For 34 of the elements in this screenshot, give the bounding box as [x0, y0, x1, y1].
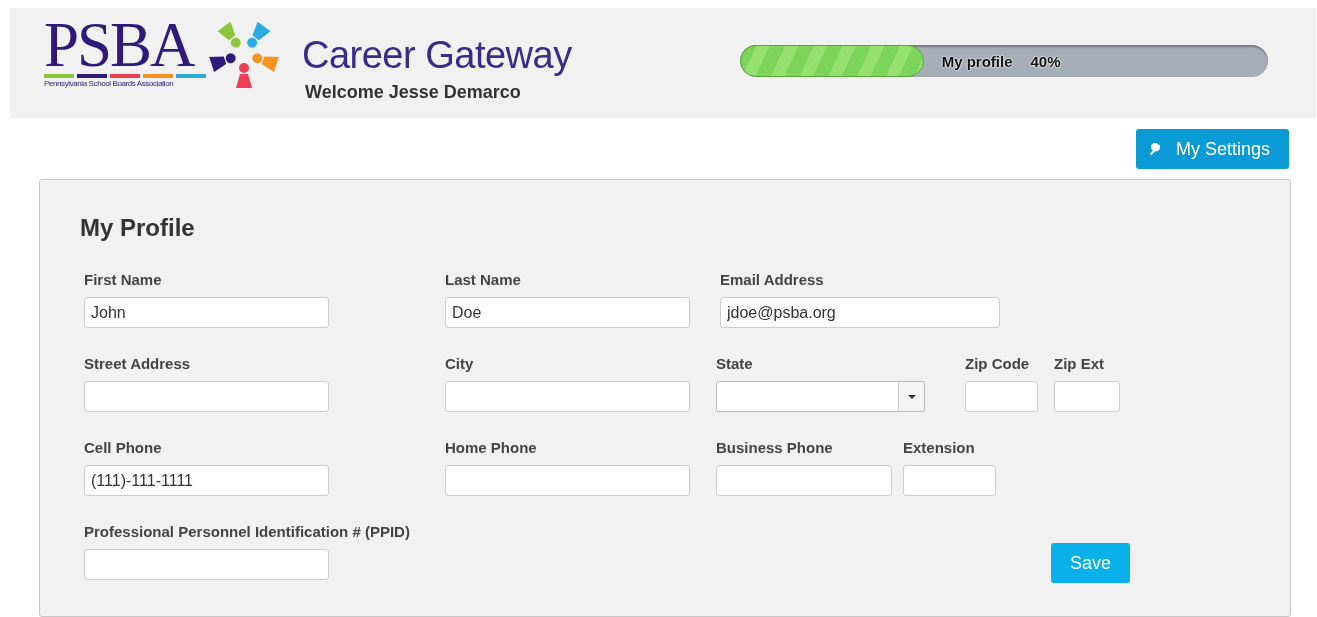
input-field[interactable]: John: [84, 297, 329, 328]
field-label: First Name: [84, 271, 162, 289]
field-label: City: [445, 355, 474, 373]
field-label: Professional Personnel Identification # (PPID): [84, 523, 410, 541]
input-field[interactable]: [965, 381, 1038, 412]
input-field[interactable]: [84, 549, 329, 580]
section-title: My Profile: [80, 214, 196, 242]
input-field[interactable]: [1054, 381, 1120, 412]
field-label: Street Address: [84, 355, 191, 373]
logo-text: PSBA: [44, 18, 196, 72]
welcome-text: Welcome Jesse Demarco: [305, 82, 522, 103]
field-label: Zip Ext: [1054, 355, 1104, 373]
field-label: State: [716, 355, 753, 373]
input-field[interactable]: [716, 465, 892, 496]
field-label: Zip Code: [965, 355, 1030, 373]
field-label: Last Name: [445, 271, 521, 289]
field-label: Cell Phone: [84, 439, 162, 457]
input-field[interactable]: [445, 381, 690, 412]
field-label: Email Address: [720, 271, 824, 289]
input-field[interactable]: [445, 465, 690, 496]
logo-subtitle: Pennsylvania School Boards Association: [44, 79, 175, 88]
field-label: Extension: [903, 439, 975, 457]
app-title: Career Gateway: [302, 34, 572, 76]
field-label: Business Phone: [716, 439, 833, 457]
input-field[interactable]: (111)-111-1111: [84, 465, 329, 496]
field-label: Home Phone: [445, 439, 537, 457]
input-field[interactable]: [903, 465, 996, 496]
input-field[interactable]: jdoe@psba.org: [720, 297, 1000, 328]
progress-percent: 40%: [1030, 52, 1061, 70]
progress-label: My profile: [941, 52, 1013, 70]
input-field[interactable]: Doe: [445, 297, 690, 328]
input-field[interactable]: [84, 381, 329, 412]
state-dropdown[interactable]: [716, 381, 925, 412]
caret-icon: [907, 394, 916, 399]
